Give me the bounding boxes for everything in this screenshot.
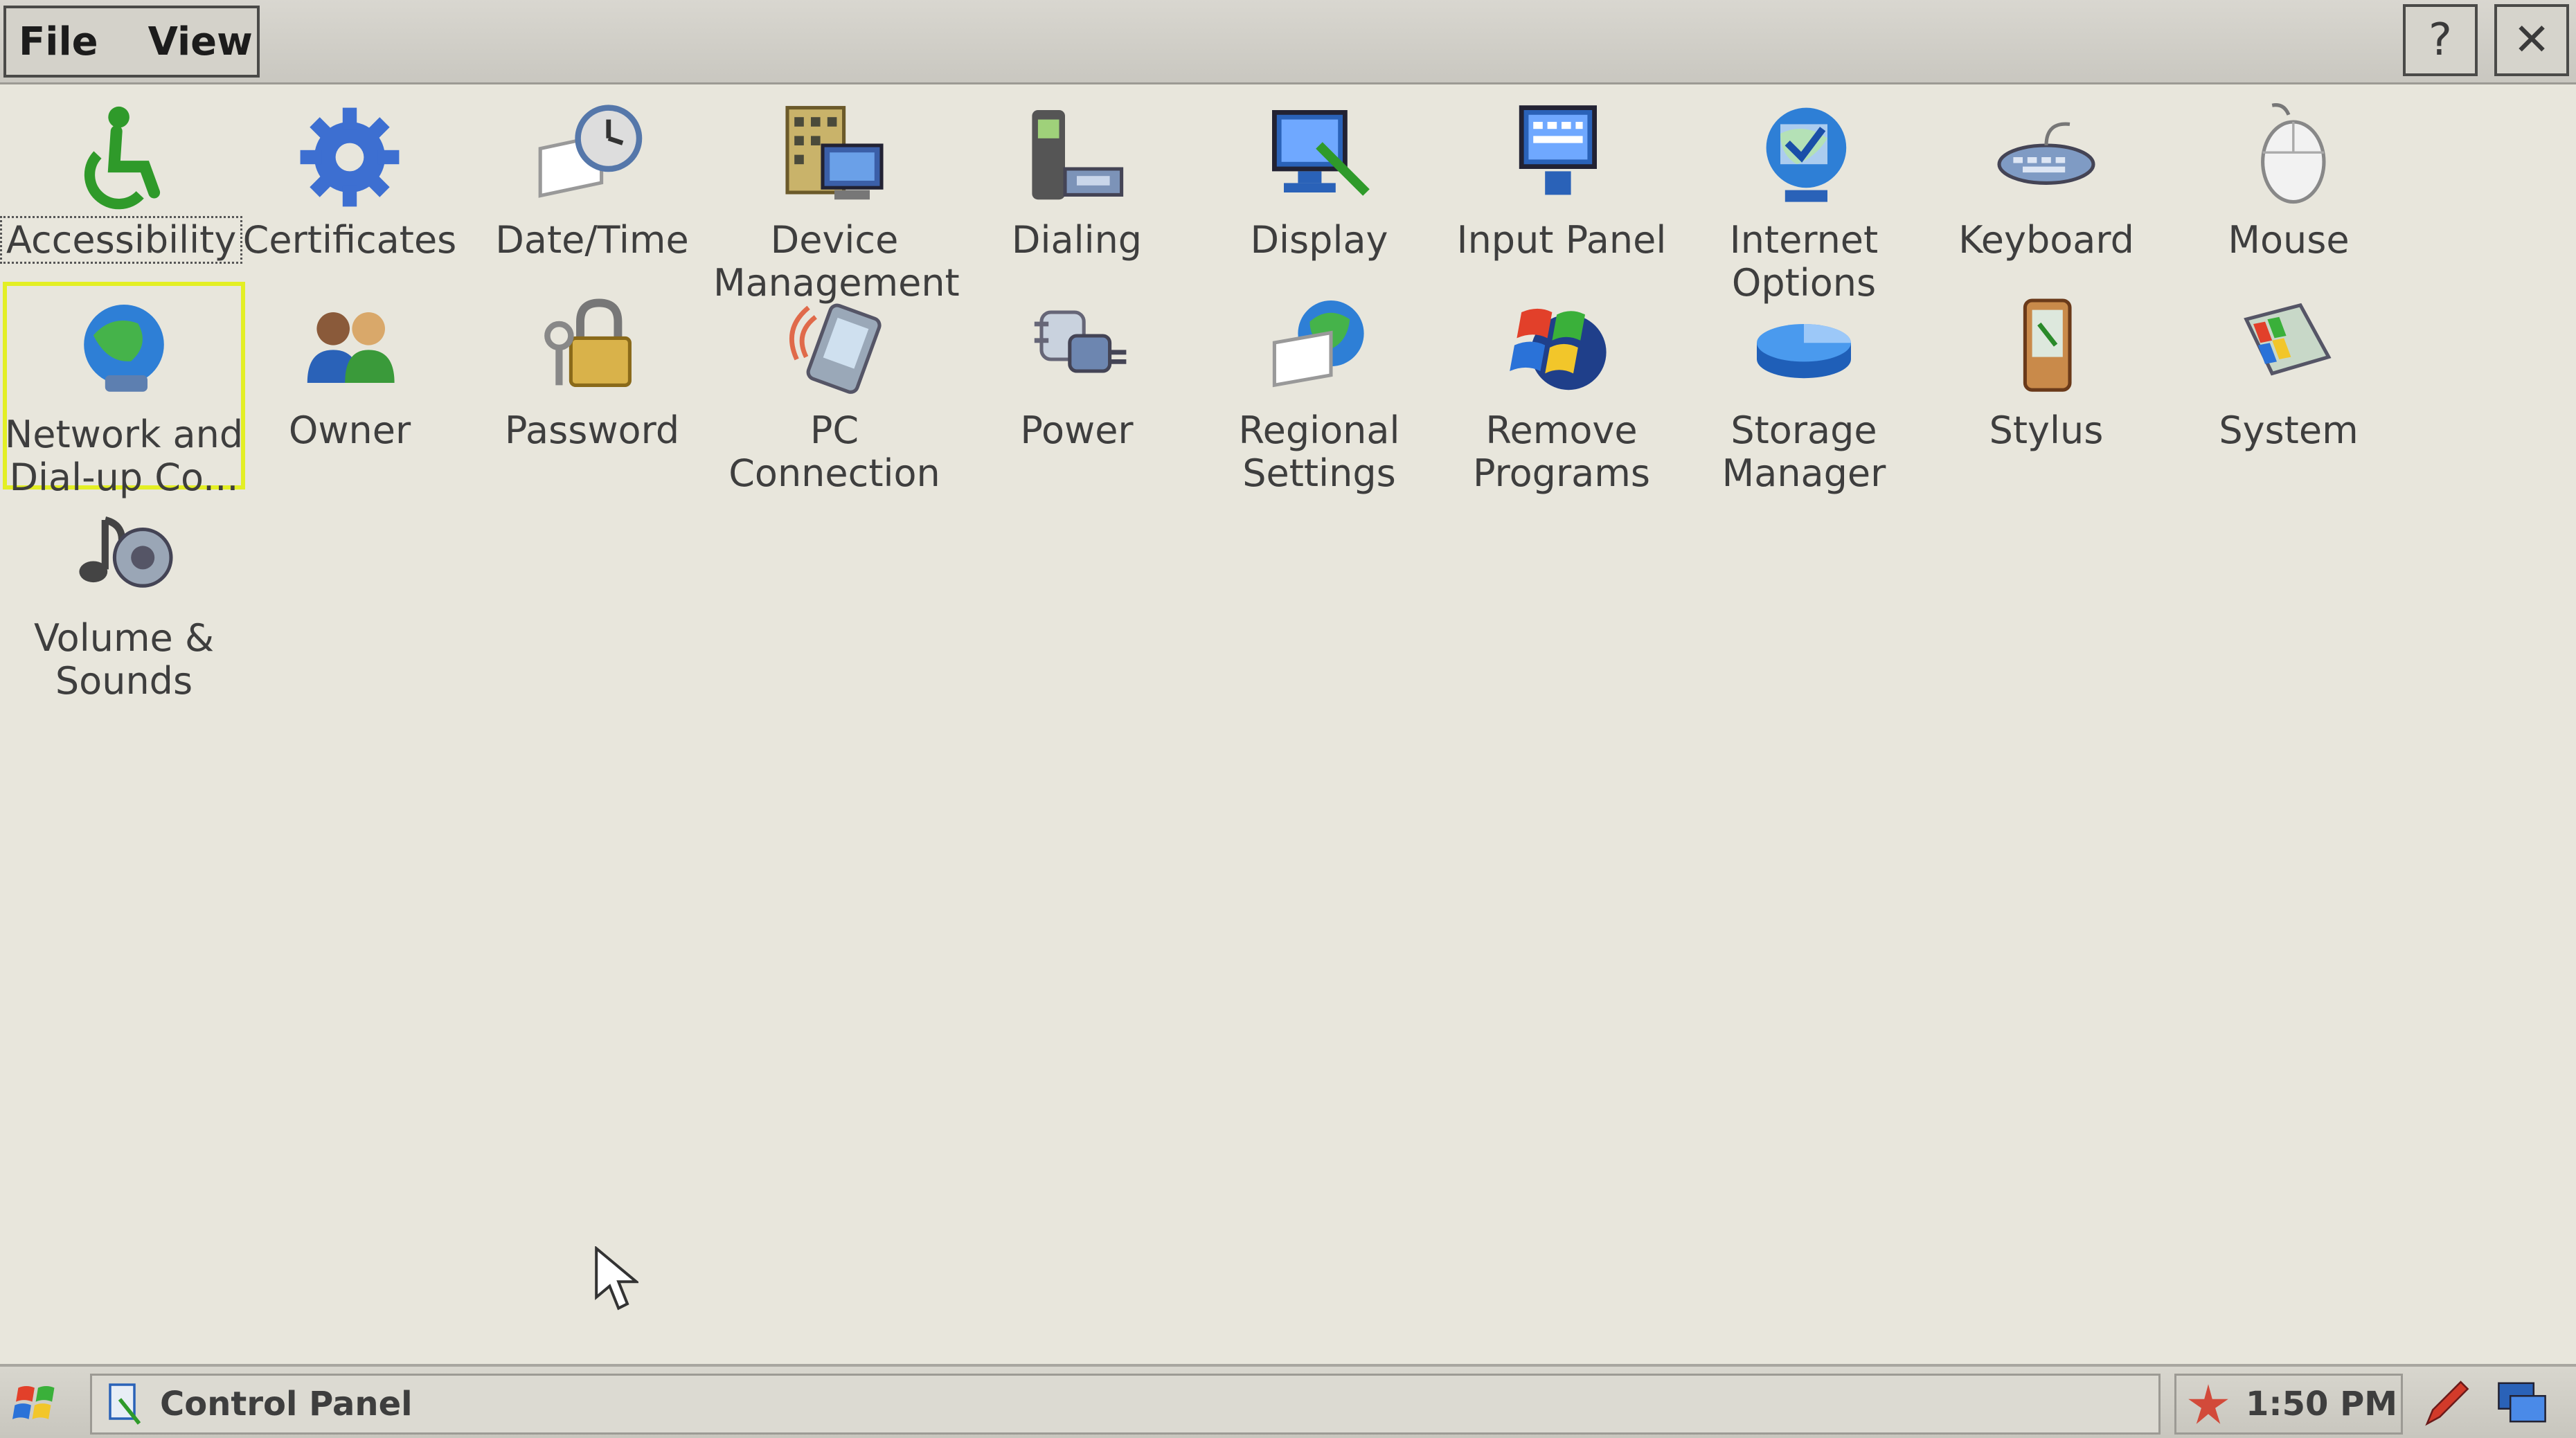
item-label: Password	[504, 408, 680, 452]
regional-settings-item[interactable]: Regional Settings	[1198, 282, 1440, 495]
item-label: Regional Settings	[1238, 408, 1400, 495]
accessibility-icon	[62, 98, 180, 216]
item-label: Certificates	[242, 218, 457, 262]
menu-bar: File View ? ✕	[0, 0, 2576, 84]
item-label: Remove Programs	[1473, 408, 1650, 495]
item-label: Power	[1020, 408, 1134, 452]
phone-icon	[1018, 98, 1136, 216]
power-item[interactable]: Power	[956, 282, 1198, 489]
help-button[interactable]: ?	[2403, 4, 2478, 76]
system-item[interactable]: System	[2167, 282, 2410, 489]
globe-calendar-icon	[1260, 289, 1378, 406]
windows-globe-icon	[1503, 289, 1620, 406]
stylus-pda-icon	[1987, 289, 2105, 406]
system-book-icon	[2230, 289, 2347, 406]
input-panel-item[interactable]: Input Panel	[1440, 91, 1683, 299]
clock-calendar-icon	[533, 98, 651, 216]
music-speaker-icon	[65, 496, 183, 614]
dialing-item[interactable]: Dialing	[956, 91, 1198, 299]
item-label: Owner	[288, 408, 411, 452]
volume-sounds-item[interactable]: Volume & Sounds	[3, 489, 245, 703]
item-label: System	[2219, 408, 2359, 452]
system-tray: 1:50 PM	[2174, 1374, 2403, 1435]
item-label: PC Connection	[728, 408, 940, 495]
view-menu[interactable]: View	[136, 19, 253, 64]
control-panel-icon	[109, 1383, 141, 1425]
pie-disk-icon	[1745, 289, 1863, 406]
taskbar-control-panel-button[interactable]: Control Panel	[90, 1374, 2161, 1435]
globe-check-icon	[1745, 98, 1863, 216]
certificates-item[interactable]: Certificates	[229, 91, 471, 299]
date-time-item[interactable]: Date/Time	[471, 91, 713, 299]
taskbar: Control Panel 1:50 PM	[0, 1364, 2576, 1438]
internet-options-item[interactable]: Internet Options	[1683, 91, 1925, 305]
password-item[interactable]: Password	[471, 282, 713, 489]
item-label: Stylus	[1989, 408, 2104, 452]
item-label: Date/Time	[495, 218, 689, 262]
control-panel-icons: Accessibility Certificates Date/Time Dev…	[0, 84, 2576, 1365]
display-item[interactable]: Display	[1198, 91, 1440, 299]
taskbar-window-label: Control Panel	[160, 1385, 413, 1423]
clock[interactable]: 1:50 PM	[2246, 1385, 2397, 1423]
mouse-cursor-icon	[595, 1246, 638, 1311]
storage-manager-item[interactable]: Storage Manager	[1683, 282, 1925, 495]
item-label: Accessibility	[0, 216, 243, 264]
item-label: Input Panel	[1456, 218, 1667, 262]
keyboard-item[interactable]: Keyboard	[1925, 91, 2167, 299]
device-management-item[interactable]: Device Management	[713, 91, 960, 305]
network-status-icon[interactable]	[2183, 1379, 2233, 1429]
menu-group: File View	[3, 6, 260, 78]
item-label: Dialing	[1011, 218, 1143, 262]
item-label: Volume & Sounds	[33, 616, 215, 703]
mouse-item[interactable]: Mouse	[2167, 91, 2410, 299]
file-menu[interactable]: File	[6, 19, 98, 64]
keyboard-icon	[1987, 98, 2105, 216]
pc-connection-item[interactable]: PC Connection	[713, 282, 956, 495]
monitor-brush-icon	[1260, 98, 1378, 216]
item-label: Storage Manager	[1721, 408, 1886, 495]
users-icon	[291, 289, 409, 406]
stylus-item[interactable]: Stylus	[1925, 282, 2167, 489]
gear-icon	[291, 98, 409, 216]
lock-keys-icon	[533, 289, 651, 406]
network-globe-icon	[65, 293, 183, 411]
start-button[interactable]	[12, 1375, 71, 1433]
item-label: Keyboard	[1958, 218, 2134, 262]
pen-icon[interactable]	[2415, 1375, 2474, 1433]
keyboard-monitor-icon	[1503, 98, 1620, 216]
network-and-dialup-item[interactable]: Network and Dial-up Co...	[3, 282, 245, 499]
show-desktop-icon[interactable]	[2493, 1375, 2551, 1433]
item-label: Display	[1250, 218, 1388, 262]
mouse-icon	[2230, 98, 2347, 216]
close-button[interactable]: ✕	[2494, 4, 2569, 76]
remove-programs-item[interactable]: Remove Programs	[1440, 282, 1683, 495]
item-label: Network and Dial-up Co...	[4, 413, 244, 499]
owner-item[interactable]: Owner	[229, 282, 471, 489]
pda-signal-icon	[776, 289, 893, 406]
building-icon	[776, 98, 893, 216]
accessibility-item[interactable]: Accessibility	[0, 91, 243, 299]
power-plug-icon	[1018, 289, 1136, 406]
item-label: Mouse	[2228, 218, 2350, 262]
